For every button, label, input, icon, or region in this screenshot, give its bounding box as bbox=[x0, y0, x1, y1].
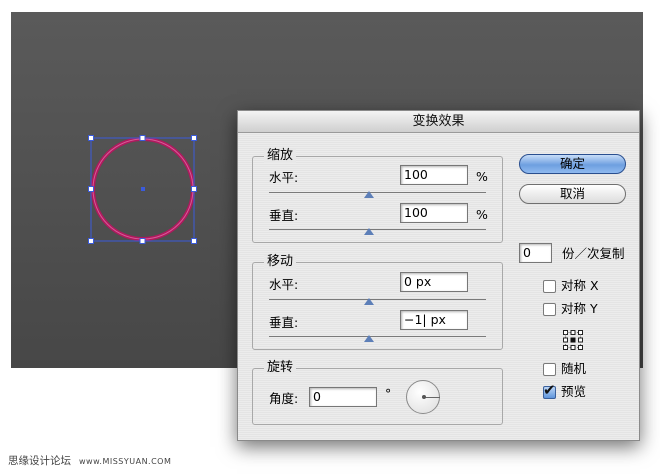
scale-horizontal-unit: % bbox=[476, 169, 488, 184]
move-horizontal-label: 水平: bbox=[269, 277, 299, 292]
move-vertical-input[interactable]: −1| px bbox=[400, 310, 468, 330]
move-vertical-label: 垂直: bbox=[269, 315, 299, 330]
site-name: 思缘设计论坛 bbox=[8, 455, 71, 467]
scale-group: 缩放 水平: 100 % 垂直: 100 % bbox=[252, 149, 503, 243]
handle-top-center bbox=[139, 135, 146, 141]
reflect-y-label[interactable]: 对称 Y bbox=[561, 302, 598, 316]
random-checkbox[interactable] bbox=[543, 363, 556, 376]
move-group-title: 移动 bbox=[264, 255, 297, 269]
scale-group-title: 缩放 bbox=[264, 149, 297, 163]
rotate-angle-dial[interactable] bbox=[406, 380, 440, 414]
site-watermark: 思缘设计论坛 www.MISSYUAN.COM bbox=[8, 453, 171, 468]
preview-checkbox[interactable]: ✔ bbox=[543, 382, 556, 399]
move-vertical-slider-track bbox=[269, 336, 486, 337]
handle-bottom-center bbox=[139, 238, 146, 244]
handle-bottom-right bbox=[191, 238, 197, 244]
dialog-title[interactable]: 变换效果 bbox=[238, 111, 639, 133]
rotate-group-title: 旋转 bbox=[264, 361, 297, 375]
scale-horizontal-slider-thumb[interactable] bbox=[364, 191, 374, 198]
copies-input[interactable]: 0 bbox=[519, 243, 552, 263]
scale-horizontal-slider-track bbox=[269, 192, 486, 193]
reflect-y-checkbox[interactable] bbox=[543, 303, 556, 316]
handle-bottom-left bbox=[88, 238, 94, 244]
center-point bbox=[141, 187, 145, 191]
move-group: 移动 水平: 0 px 垂直: −1| px bbox=[252, 255, 503, 350]
transform-effect-dialog: 变换效果 缩放 水平: 100 % 垂直: 100 % 移动 水平: 0 px … bbox=[237, 110, 640, 441]
scale-horizontal-input[interactable]: 100 bbox=[400, 165, 468, 185]
reflect-x-label[interactable]: 对称 X bbox=[561, 279, 599, 293]
copies-label: 份／次复制 bbox=[562, 246, 625, 261]
site-url: www.MISSYUAN.COM bbox=[79, 457, 172, 466]
handle-top-left bbox=[88, 135, 94, 141]
reference-point-icon[interactable] bbox=[563, 330, 583, 350]
scale-horizontal-label: 水平: bbox=[269, 170, 299, 185]
preview-label[interactable]: 预览 bbox=[561, 385, 586, 399]
rotate-group: 旋转 角度: 0 ° bbox=[252, 361, 503, 425]
rotate-angle-unit: ° bbox=[385, 386, 392, 401]
random-label[interactable]: 随机 bbox=[561, 362, 586, 376]
ok-button[interactable]: 确定 bbox=[519, 154, 626, 174]
checkmark-icon: ✔ bbox=[543, 381, 556, 399]
move-vertical-slider-thumb[interactable] bbox=[364, 335, 374, 342]
scale-vertical-label: 垂直: bbox=[269, 208, 299, 223]
handle-middle-right bbox=[191, 186, 197, 192]
dial-center-icon bbox=[422, 395, 426, 399]
dial-needle-icon bbox=[424, 397, 440, 398]
rotate-angle-label: 角度: bbox=[269, 391, 299, 406]
move-horizontal-slider-track bbox=[269, 299, 486, 300]
cancel-button[interactable]: 取消 bbox=[519, 184, 626, 204]
reflect-x-checkbox[interactable] bbox=[543, 280, 556, 293]
rotate-angle-input[interactable]: 0 bbox=[309, 387, 377, 407]
move-horizontal-slider-thumb[interactable] bbox=[364, 298, 374, 305]
scale-vertical-slider-track bbox=[269, 229, 486, 230]
handle-middle-left bbox=[88, 186, 94, 192]
move-horizontal-input[interactable]: 0 px bbox=[400, 272, 468, 292]
scale-vertical-input[interactable]: 100 bbox=[400, 203, 468, 223]
scale-vertical-slider-thumb[interactable] bbox=[364, 228, 374, 235]
handle-top-right bbox=[191, 135, 197, 141]
scale-vertical-unit: % bbox=[476, 207, 488, 222]
